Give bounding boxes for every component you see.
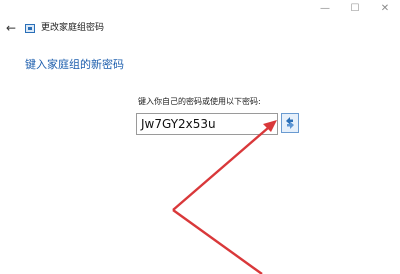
maximize-button[interactable]: ☐ — [340, 0, 370, 20]
password-prompt-label: 键入你自己的密码或使用以下密码: — [138, 97, 261, 106]
annotation-arrow — [172, 120, 277, 274]
homegroup-icon — [25, 24, 35, 33]
refresh-arrows-icon — [286, 117, 294, 129]
password-input[interactable]: Jw7GY2x53u — [136, 113, 278, 135]
title-bar: ← 更改家庭组密码 — ☐ ✕ — [0, 0, 400, 35]
change-homegroup-password-window: ← 更改家庭组密码 — ☐ ✕ 键入家庭组的新密码 键入你自己的密码或使用以下密… — [0, 0, 400, 274]
back-arrow-icon[interactable]: ← — [4, 21, 18, 35]
close-button[interactable]: ✕ — [370, 0, 400, 20]
annotation-arrow-upper-line — [172, 127, 269, 211]
regenerate-password-button[interactable] — [281, 113, 299, 133]
annotation-arrow-lower-line — [172, 209, 263, 274]
minimize-button[interactable]: — — [310, 0, 340, 20]
window-title: 更改家庭组密码 — [41, 23, 105, 33]
page-heading: 键入家庭组的新密码 — [25, 58, 124, 71]
window-controls: — ☐ ✕ — [310, 0, 400, 20]
